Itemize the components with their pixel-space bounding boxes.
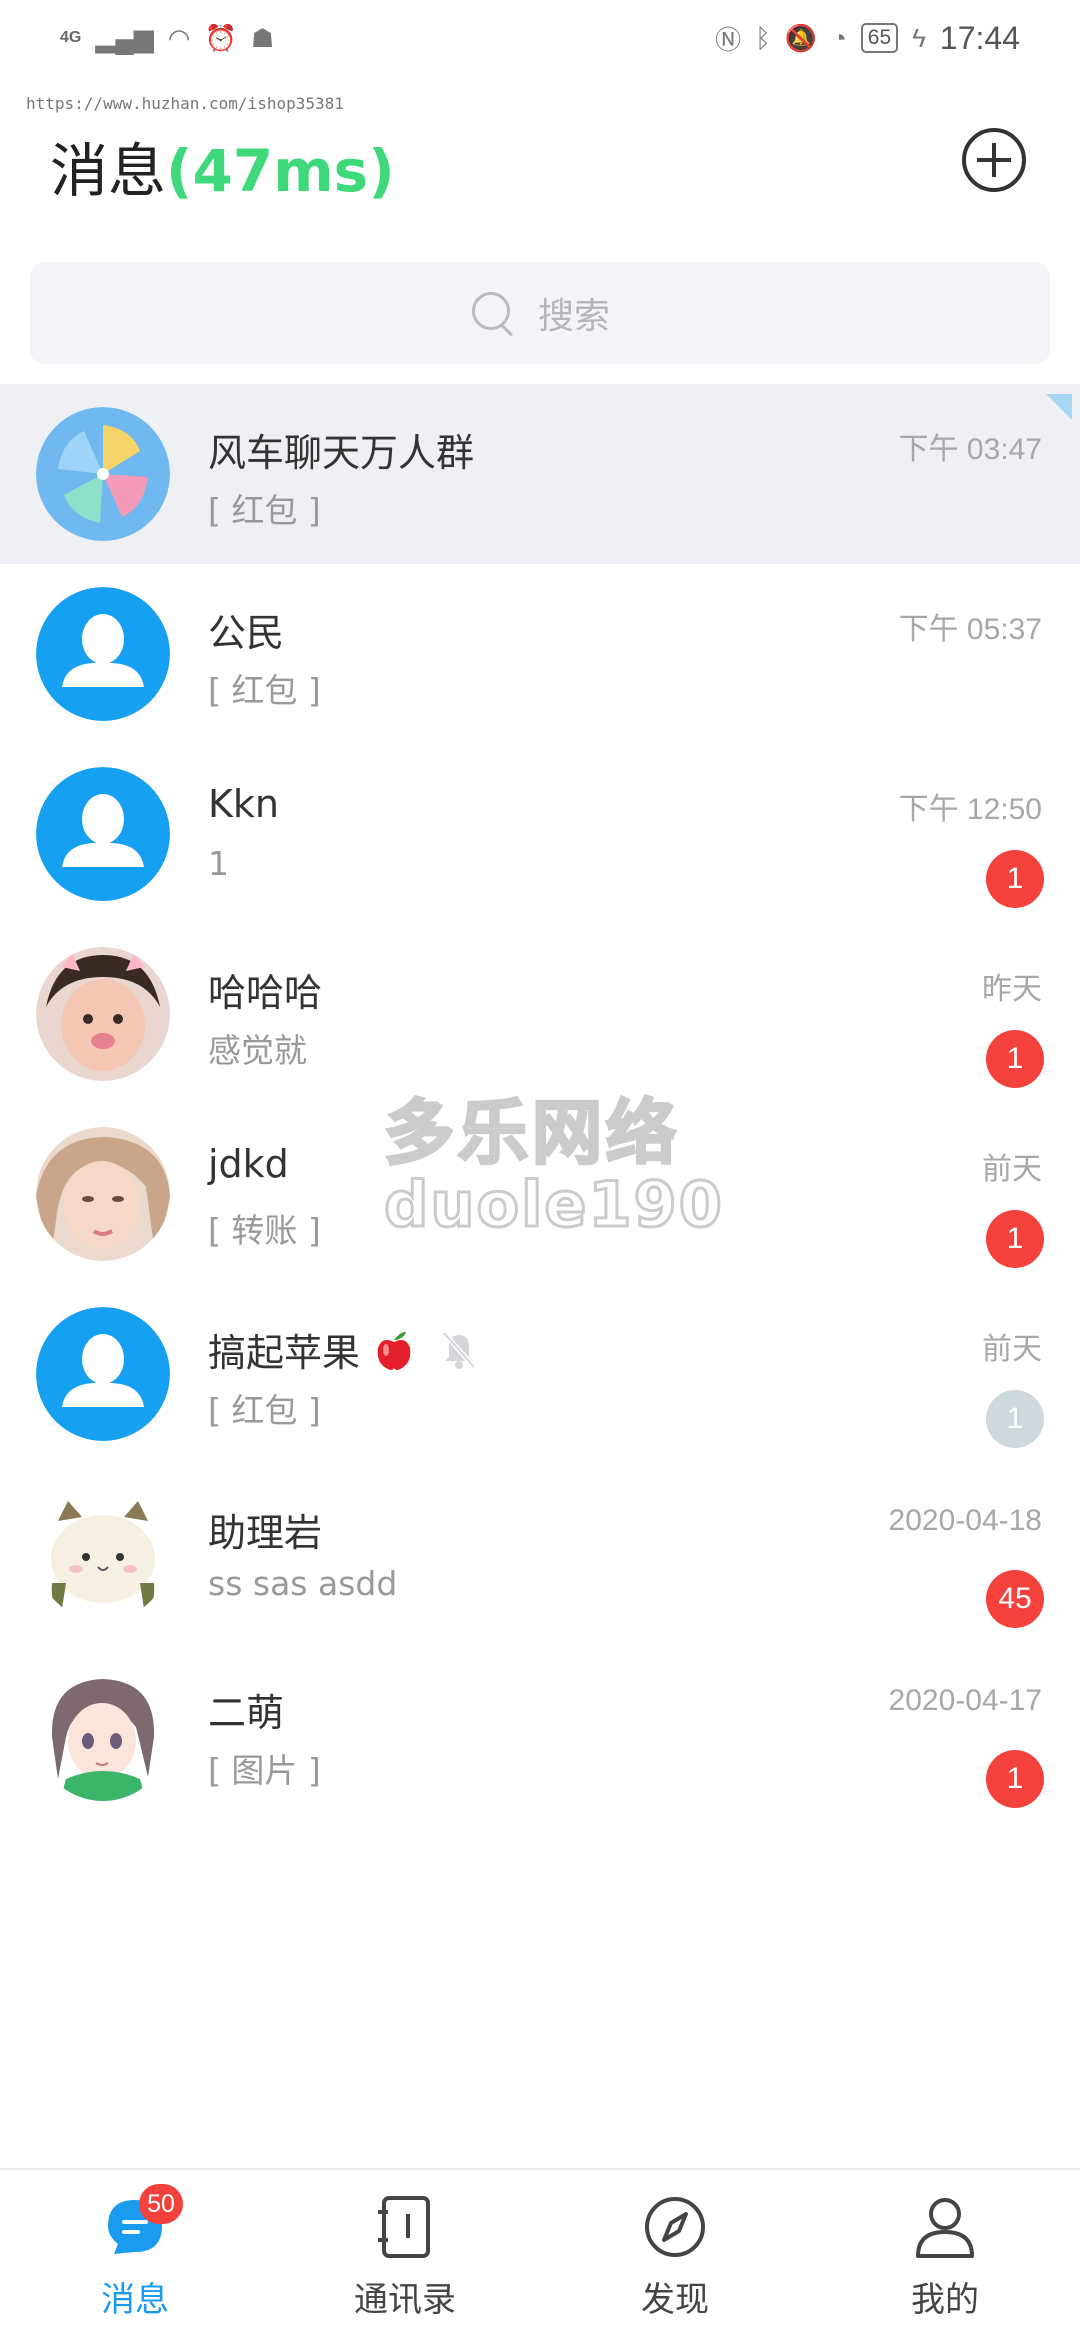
conversation-time: 前天	[982, 1153, 1042, 1186]
girl-photo-avatar-icon	[36, 947, 170, 1081]
battery-level: 65	[860, 23, 899, 53]
contacts-book-icon	[370, 2192, 440, 2262]
avatar[interactable]	[36, 587, 170, 721]
conversation-item[interactable]: 公民 [ 红包 ] 下午 05:37	[0, 564, 1080, 744]
conversation-item[interactable]: 二萌 [ 图片 ] 2020-04-17 1	[0, 1644, 1080, 1824]
wifi-icon: ◠	[167, 22, 191, 53]
conversation-time: 昨天	[982, 973, 1042, 1006]
conversation-name: jdkd	[208, 1142, 289, 1186]
tab-discover[interactable]: 发现	[540, 2170, 810, 2340]
charging-icon: ϟ	[912, 22, 926, 53]
status-left: 4G ▂▄▆ ◠ ⏰ ☗	[60, 23, 274, 54]
add-button[interactable]	[962, 128, 1026, 192]
signal-icon: ▂▄▆	[95, 22, 154, 53]
watermark-url: https://www.huzhan.com/ishop35381	[26, 94, 344, 113]
default-user-avatar-icon	[36, 1307, 170, 1441]
bottom-tab-bar: 50 消息 通讯录 发现 我的	[0, 2168, 1080, 2340]
status-right: Ⓝ ᛒ 🔕 ◔ 65 ϟ 17:44	[715, 20, 1020, 57]
conversation-preview: [ 红包 ]	[208, 671, 321, 710]
screen: 4G ▂▄▆ ◠ ⏰ ☗ Ⓝ ᛒ 🔕 ◔ 65 ϟ 17:44 https://…	[0, 0, 1080, 2340]
unread-badge-muted: 1	[986, 1390, 1044, 1448]
tab-label: 发现	[641, 2280, 709, 2320]
conversation-name: Kkn	[208, 782, 280, 826]
nfc-icon: Ⓝ	[715, 24, 742, 55]
network-type: 4G	[60, 29, 82, 46]
conversation-preview: ss sas asdd	[208, 1564, 398, 1603]
unread-badge: 1	[986, 1210, 1044, 1268]
conversation-item[interactable]: 哈哈哈 感觉就 昨天 1	[0, 924, 1080, 1104]
pin-indicator-icon	[1046, 394, 1072, 420]
unread-badge: 1	[986, 1030, 1044, 1088]
unread-badge: 1	[986, 850, 1044, 908]
conversation-item[interactable]: jdkd [ 转账 ] 前天 1	[0, 1104, 1080, 1284]
mute-bell-icon	[442, 1330, 476, 1369]
bluetooth-icon: ᛒ	[755, 22, 771, 53]
avatar[interactable]	[36, 1487, 170, 1621]
status-bar: 4G ▂▄▆ ◠ ⏰ ☗ Ⓝ ᛒ 🔕 ◔ 65 ϟ 17:44	[0, 0, 1080, 76]
tab-label: 通讯录	[354, 2280, 456, 2320]
avatar[interactable]	[36, 1127, 170, 1261]
avatar[interactable]	[36, 1307, 170, 1441]
anime-girl-avatar-icon	[36, 1667, 170, 1801]
conversation-name: 助理岩	[208, 1511, 323, 1555]
conversation-time: 下午 05:37	[898, 613, 1042, 646]
pinwheel-avatar-icon	[36, 407, 170, 541]
qq-icon: ☗	[250, 22, 275, 53]
avatar[interactable]	[36, 767, 170, 901]
conversation-item[interactable]: Kkn 1 下午 12:50 1	[0, 744, 1080, 924]
latency-indicator: (47ms)	[166, 137, 395, 205]
conversation-preview: 1	[208, 844, 229, 883]
search-icon	[470, 290, 516, 336]
default-user-avatar-icon	[36, 587, 170, 721]
cat-cartoon-avatar-icon	[36, 1487, 170, 1621]
tab-label: 消息	[101, 2280, 169, 2320]
avatar[interactable]	[36, 407, 170, 541]
conversation-preview: [ 红包 ]	[208, 1391, 321, 1430]
page-title-text: 消息	[50, 137, 167, 205]
conversation-name: 风车聊天万人群	[208, 431, 475, 475]
alarm-icon: ⏰	[204, 22, 237, 53]
tab-contacts[interactable]: 通讯录	[270, 2170, 540, 2340]
page-title: 消息 (47ms)	[50, 124, 395, 208]
avatar[interactable]	[36, 1667, 170, 1801]
conversation-preview: [ 图片 ]	[208, 1751, 321, 1790]
conversation-name: 公民	[208, 611, 285, 655]
conversation-item[interactable]: 风车聊天万人群 [ 红包 ] 下午 03:47	[0, 384, 1080, 564]
conversation-preview: [ 转账 ]	[208, 1211, 321, 1250]
avatar[interactable]	[36, 947, 170, 1081]
conversation-time: 下午 03:47	[898, 433, 1042, 466]
compass-icon	[640, 2192, 710, 2262]
tab-label: 我的	[911, 2280, 979, 2320]
unread-badge: 1	[986, 1750, 1044, 1808]
conversation-name: 搞起苹果	[208, 1322, 480, 1377]
conversation-name: 哈哈哈	[208, 971, 323, 1015]
bell-off-icon: 🔕	[784, 22, 818, 53]
conversation-time: 前天	[982, 1333, 1042, 1366]
tab-me[interactable]: 我的	[810, 2170, 1080, 2340]
conversation-name: 二萌	[208, 1691, 285, 1735]
tab-badge: 50	[139, 2184, 183, 2224]
conversation-preview: [ 红包 ]	[208, 491, 321, 530]
tab-messages[interactable]: 50 消息	[0, 2170, 270, 2340]
speed-icon: ◔	[831, 22, 847, 53]
conversation-time: 2020-04-18	[888, 1504, 1042, 1537]
conversation-item[interactable]: 助理岩 ss sas asdd 2020-04-18 45	[0, 1464, 1080, 1644]
clock: 17:44	[939, 19, 1020, 56]
person-icon	[910, 2192, 980, 2262]
woman-photo-avatar-icon	[36, 1127, 170, 1261]
conversation-item[interactable]: 搞起苹果 [ 红包 ] 前天 1	[0, 1284, 1080, 1464]
conversation-list: 风车聊天万人群 [ 红包 ] 下午 03:47 公民 [ 红包 ] 下午 05:…	[0, 384, 1080, 1824]
apple-emoji-icon	[377, 1331, 411, 1370]
conversation-preview: 感觉就	[208, 1031, 307, 1070]
default-user-avatar-icon	[36, 767, 170, 901]
conversation-time: 2020-04-17	[888, 1684, 1042, 1717]
unread-badge: 45	[986, 1570, 1044, 1628]
conversation-time: 下午 12:50	[898, 793, 1042, 826]
search-bar[interactable]: 搜索	[30, 262, 1050, 364]
search-placeholder: 搜索	[537, 296, 610, 337]
